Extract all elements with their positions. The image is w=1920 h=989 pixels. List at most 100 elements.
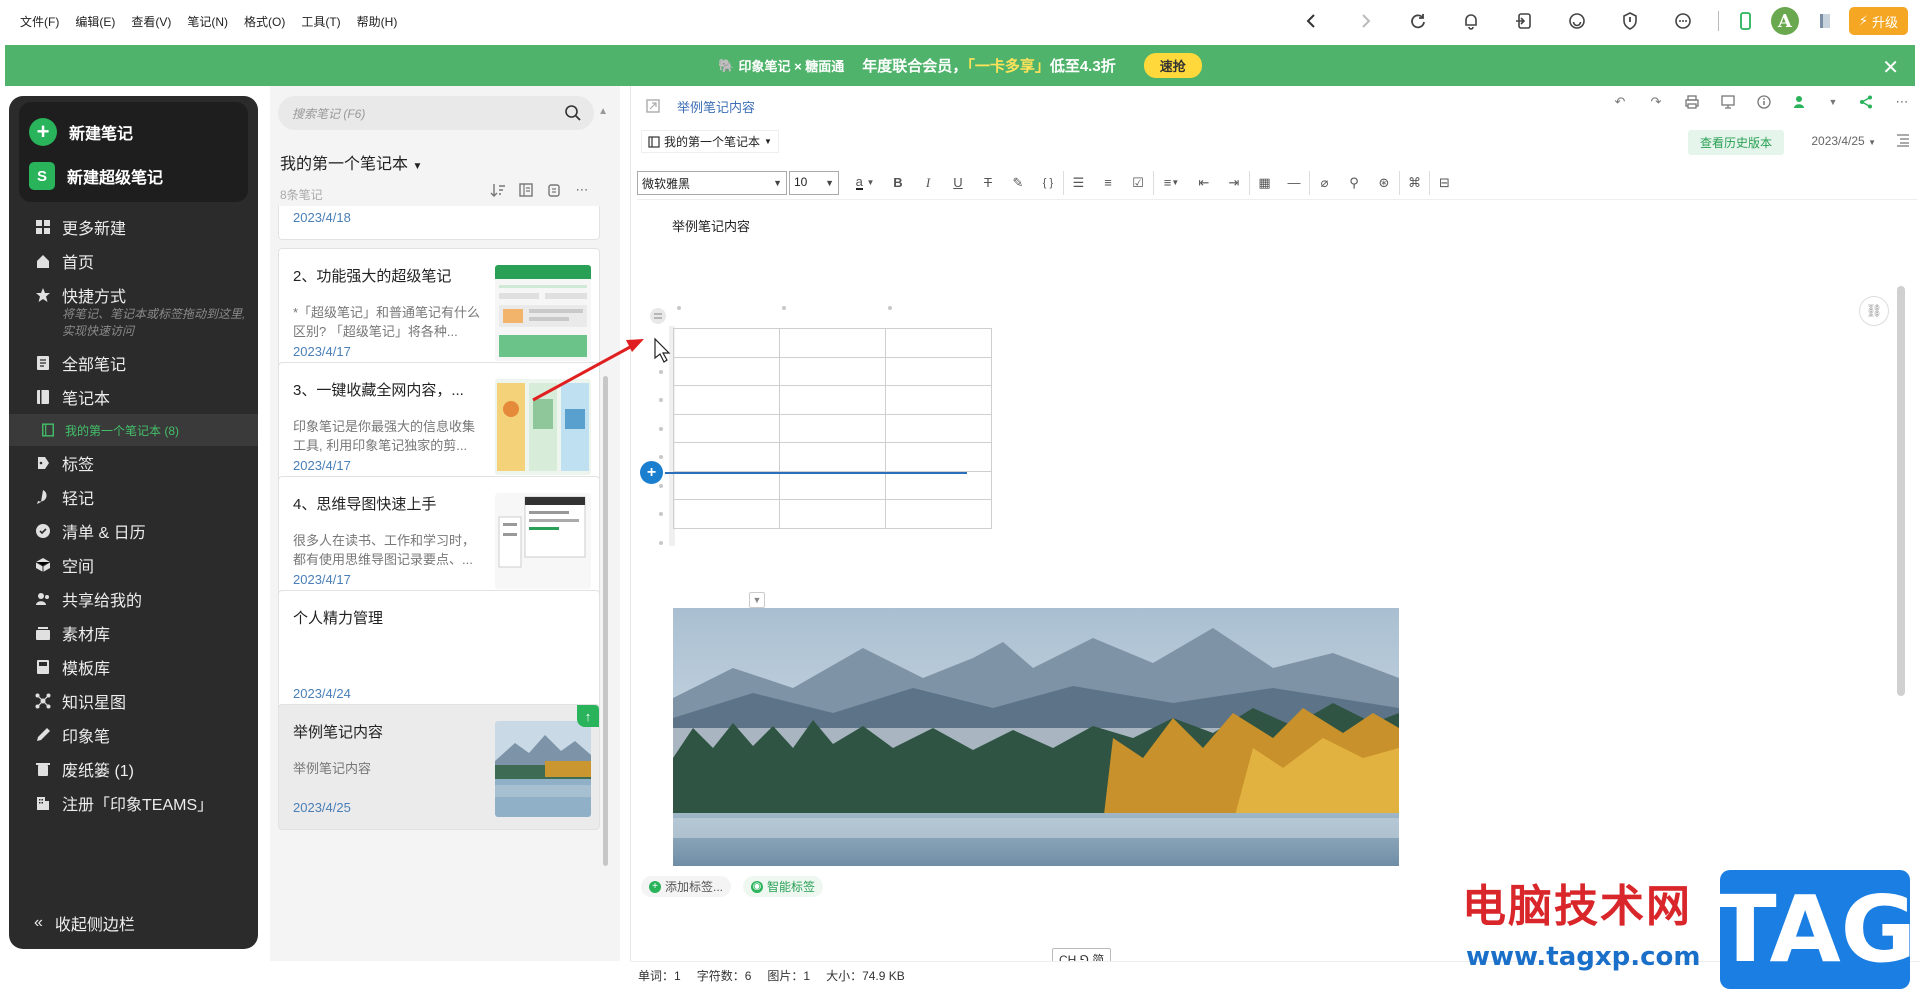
sidebar-item[interactable]: 素材库	[9, 616, 258, 650]
table-cell[interactable]	[885, 328, 992, 358]
sidebar-item[interactable]: 更多新建	[9, 210, 258, 244]
phone-icon[interactable]	[1727, 0, 1763, 42]
emoji-icon[interactable]: ⊛	[1369, 171, 1399, 195]
table-cell[interactable]	[885, 413, 992, 443]
table-cell[interactable]	[673, 413, 780, 443]
sidebar-item[interactable]: 印象笔	[9, 718, 258, 752]
table-cell[interactable]	[885, 385, 992, 415]
table-cell[interactable]	[885, 442, 992, 472]
menu-item[interactable]: 格式(O)	[236, 13, 293, 30]
table-cell[interactable]	[779, 499, 886, 529]
view-history-button[interactable]: 查看历史版本	[1687, 130, 1784, 155]
notebook-title[interactable]: 我的第一个笔记本 ▼	[280, 150, 422, 174]
table-cell[interactable]	[885, 470, 992, 500]
present-icon[interactable]	[1720, 94, 1736, 110]
note-card[interactable]: 个人精力管理 2023/4/24	[278, 590, 600, 716]
outline-icon[interactable]	[1896, 133, 1910, 147]
reminder-icon[interactable]	[546, 182, 562, 198]
table-cell[interactable]	[673, 385, 780, 415]
sidebar-item[interactable]: 全部笔记	[9, 346, 258, 380]
lock-icon[interactable]: ⊟	[1429, 170, 1459, 195]
date-selector[interactable]: 2023/4/25 ▼	[1811, 134, 1876, 148]
sidebar-item[interactable]: 轻记	[9, 480, 258, 514]
table-cell[interactable]	[779, 356, 886, 386]
search-input[interactable]: 搜索笔记 (F6)	[278, 96, 594, 130]
more-icon[interactable]: ⋯	[1894, 94, 1910, 110]
table-cell[interactable]	[779, 328, 886, 358]
note-image[interactable]	[673, 608, 1399, 866]
table-cell[interactable]	[673, 499, 780, 529]
more-icon[interactable]: ⋯	[574, 182, 590, 198]
expand-icon[interactable]	[645, 98, 661, 114]
sidebar-item[interactable]: 知识星图	[9, 684, 258, 718]
share-user-icon[interactable]	[1792, 94, 1808, 110]
note-card[interactable]: 3、一键收藏全网内容，... 印象笔记是你最强大的信息收集工具, 利用印象笔记独…	[278, 362, 600, 488]
info-icon[interactable]	[1756, 94, 1772, 110]
close-icon[interactable]: ✕	[1882, 55, 1899, 80]
note-card-partial[interactable]: 2023/4/18	[278, 206, 600, 240]
table-cell[interactable]	[673, 356, 780, 386]
more-circle-icon[interactable]	[1657, 0, 1710, 42]
table-cell[interactable]	[885, 499, 992, 529]
menu-item[interactable]: 笔记(N)	[179, 13, 236, 30]
book-icon[interactable]	[1807, 0, 1843, 42]
promo-banner[interactable]: 🐘 印象笔记 × 糖面通 年度联合会员，「一卡多享」低至4.3折 速抢 ✕	[5, 45, 1915, 86]
upgrade-button[interactable]: ⚡ 升级	[1848, 7, 1908, 35]
banner-cta-button[interactable]: 速抢	[1143, 53, 1202, 78]
font-color-button[interactable]: a ▼	[847, 171, 883, 195]
outdent-icon[interactable]: ⇤	[1189, 171, 1219, 195]
table-cell[interactable]	[673, 442, 780, 472]
highlight-icon[interactable]: ✎	[1003, 171, 1033, 195]
print-icon[interactable]	[1684, 94, 1700, 110]
bullet-list-icon[interactable]: ☰	[1063, 170, 1093, 195]
new-super-note-button[interactable]: S 新建超级笔记	[29, 154, 238, 198]
sidebar-item[interactable]: 模板库	[9, 650, 258, 684]
smile-icon[interactable]	[1551, 0, 1604, 42]
checklist-icon[interactable]: ☑	[1123, 171, 1153, 195]
stamp-icon[interactable]: ⚲	[1339, 171, 1369, 195]
bell-icon[interactable]	[1445, 0, 1498, 42]
link-icon[interactable]: ⛓	[1859, 296, 1889, 326]
menu-item[interactable]: 编辑(E)	[67, 13, 123, 30]
smart-tag-button[interactable]: ◉ 智能标签	[743, 876, 824, 897]
menu-item[interactable]: 查看(V)	[123, 13, 179, 30]
add-tag-button[interactable]: + 添加标签...	[641, 876, 732, 897]
sidebar-item-my-first-notebook[interactable]: 我的第一个笔记本 (8)	[9, 414, 258, 446]
note-card[interactable]: 2、功能强大的超级笔记 *「超级笔记」和普通笔记有什么区别? 「超级笔记」将各种…	[278, 248, 600, 374]
forward-icon[interactable]	[1339, 0, 1392, 42]
table-cell[interactable]	[779, 385, 886, 415]
undo-icon[interactable]: ↶	[1612, 94, 1628, 110]
font-size-select[interactable]: 10 ▼	[789, 170, 839, 195]
numbered-list-icon[interactable]: ≡	[1093, 171, 1123, 195]
table-cell[interactable]	[779, 442, 886, 472]
code-inline-icon[interactable]: { }	[1033, 171, 1063, 195]
avatar[interactable]: A	[1763, 0, 1807, 42]
sidebar-item[interactable]: 清单 & 日历	[9, 514, 258, 548]
sort-icon[interactable]	[490, 182, 506, 198]
note-body-text[interactable]: 举例笔记内容	[672, 216, 750, 235]
menu-item[interactable]: 工具(T)	[293, 13, 348, 30]
italic-button[interactable]: I	[913, 171, 943, 195]
strikethrough-button[interactable]: T	[973, 171, 1003, 195]
notebook-selector[interactable]: 我的第一个笔记本 ▼	[641, 130, 779, 153]
font-select[interactable]: 微软雅黑 ▼	[637, 170, 787, 195]
note-card[interactable]: 4、思维导图快速上手 很多人在读书、工作和学习时，都有使用思维导图记录要点、..…	[278, 476, 600, 602]
sidebar-item[interactable]: 共享给我的	[9, 582, 258, 616]
table-cell[interactable]	[885, 356, 992, 386]
menu-item[interactable]: 文件(F)	[12, 13, 67, 30]
sidebar-item[interactable]: 空间	[9, 548, 258, 582]
sidebar-item[interactable]: 废纸篓 (1)	[9, 752, 258, 786]
new-note-button[interactable]: + 新建笔记	[29, 110, 238, 154]
editor-scrollbar[interactable]	[1897, 286, 1905, 696]
note-table[interactable]	[673, 328, 992, 529]
collapse-sidebar-button[interactable]: « 收起侧边栏	[34, 911, 135, 935]
underline-button[interactable]: U	[943, 171, 973, 195]
share-icon[interactable]	[1858, 94, 1874, 110]
chevron-down-icon[interactable]: ▼	[1828, 94, 1838, 110]
note-title-breadcrumb[interactable]: 举例笔记内容	[677, 97, 755, 116]
sidebar-item[interactable]: 笔记本	[9, 380, 258, 414]
command-icon[interactable]: ⌘	[1399, 170, 1429, 195]
cell-menu-chevron-icon[interactable]: ▼	[749, 592, 765, 608]
bold-button[interactable]: B	[883, 171, 913, 195]
menu-item[interactable]: 帮助(H)	[349, 13, 406, 30]
